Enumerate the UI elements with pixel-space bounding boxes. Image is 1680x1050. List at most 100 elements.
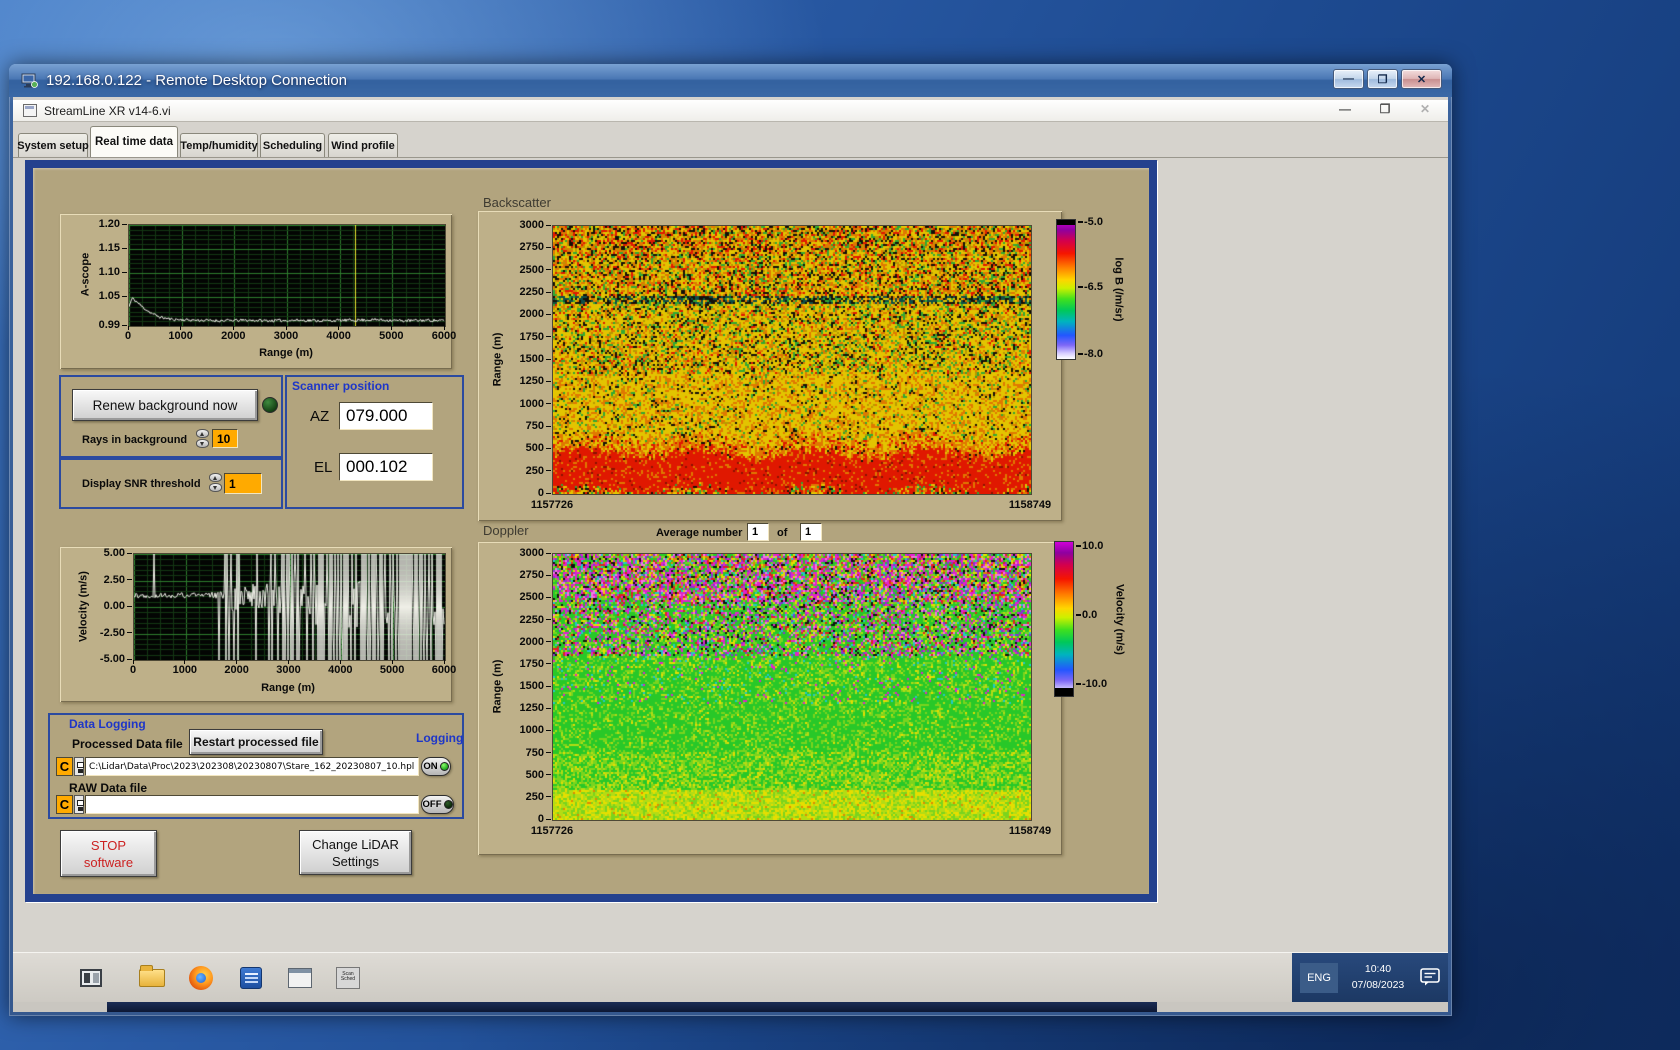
- axis-tick-label: [546, 447, 551, 449]
- axis-tick-label: [285, 326, 287, 330]
- axis-tick-label: [180, 326, 182, 330]
- tab-temp-humidity[interactable]: Temp/humidity: [180, 133, 258, 157]
- change-lidar-settings-button[interactable]: Change LiDAR Settings: [299, 830, 412, 875]
- doppler-cbar-label: Velocity (m/s): [1113, 584, 1126, 655]
- axis-tick-label: 6000: [431, 664, 457, 676]
- app-title: StreamLine XR v14-6.vi: [44, 103, 171, 118]
- taskbar-item-app-window[interactable]: [284, 962, 316, 994]
- axis-tick-label: 1000: [172, 664, 198, 676]
- desktop-background: 192.168.0.122 - Remote Desktop Connectio…: [0, 0, 1680, 1050]
- start-menu-icon: [80, 969, 102, 987]
- axis-tick-label: [443, 660, 445, 664]
- processed-logging-toggle[interactable]: ON: [421, 757, 451, 776]
- axis-tick-label: 1500: [519, 353, 544, 365]
- taskbar-item-scan-scheduler[interactable]: Scan Sched: [332, 962, 364, 994]
- app-restore-button[interactable]: ❐: [1376, 102, 1394, 116]
- axis-tick-label: 1250: [519, 375, 544, 388]
- backscatter-title: Backscatter: [483, 195, 551, 210]
- axis-tick-label: 2500: [519, 263, 544, 276]
- language-indicator[interactable]: ENG: [1300, 963, 1338, 993]
- axis-tick-label: [122, 223, 127, 225]
- app-minimize-button[interactable]: —: [1336, 102, 1354, 116]
- taskbar-item-file-explorer[interactable]: [136, 962, 168, 994]
- tab-real-time-data[interactable]: Real time data: [90, 126, 178, 157]
- raw-drive-button[interactable]: C: [56, 795, 73, 814]
- el-value-field[interactable]: 000.102: [339, 453, 433, 481]
- snr-value-field[interactable]: 1: [224, 473, 262, 494]
- average-of-label: of: [777, 527, 788, 539]
- axis-tick-label: 250: [525, 790, 544, 803]
- axis-tick-label: 0: [537, 813, 544, 825]
- rdp-close-button[interactable]: ✕: [1401, 69, 1442, 89]
- tab-wind-profile[interactable]: Wind profile: [328, 133, 398, 157]
- raw-browse-icon[interactable]: [74, 795, 84, 814]
- axis-tick-label: [546, 641, 551, 643]
- average-total-field[interactable]: 1: [800, 523, 822, 541]
- labview-front-panel: A-scope Range (m) 1.20 1.15 1.10 1.05 0.99 0 1…: [25, 160, 1157, 902]
- labview-vi-icon: [23, 104, 37, 117]
- taskbar-item-firefox[interactable]: [185, 962, 217, 994]
- processed-browse-icon[interactable]: [74, 757, 84, 776]
- rdp-window: 192.168.0.122 - Remote Desktop Connectio…: [9, 64, 1452, 1016]
- axis-tick-label: 5000: [379, 664, 405, 676]
- raw-path-field[interactable]: [85, 795, 419, 814]
- notification-icon[interactable]: [1420, 968, 1440, 986]
- average-number-field[interactable]: 1: [747, 523, 769, 541]
- rays-value-field[interactable]: 10: [212, 429, 238, 448]
- velocity-x-axis-label: Range (m): [261, 682, 315, 694]
- axis-tick-label: 1158749: [1008, 499, 1052, 511]
- doppler-cbar-tick-max: 10.0: [1082, 540, 1104, 552]
- raw-logging-toggle[interactable]: OFF: [421, 795, 454, 814]
- app-close-button[interactable]: ✕: [1416, 102, 1434, 116]
- rdp-titlebar[interactable]: 192.168.0.122 - Remote Desktop Connectio…: [9, 64, 1452, 97]
- snr-spinner[interactable]: [209, 473, 222, 492]
- restart-processed-file-button[interactable]: Restart processed file: [189, 729, 323, 755]
- tab-system-setup[interactable]: System setup: [17, 133, 89, 157]
- axis-tick-label: [127, 579, 132, 580]
- processed-drive-button[interactable]: C: [56, 757, 73, 776]
- axis-tick-label: 3000: [519, 219, 544, 231]
- axis-tick-label: 750: [525, 420, 544, 432]
- processed-path-field[interactable]: C:\Lidar\Data\Proc\2023\202308\20230807\…: [85, 757, 419, 776]
- axis-tick-label: [236, 660, 238, 664]
- ascope-graph: A-scope Range (m) 1.20 1.15 1.10 1.05 0.99 0 1…: [60, 214, 456, 369]
- rdp-computer-icon: [21, 73, 38, 88]
- axis-tick-label: [122, 247, 127, 249]
- axis-tick-label: 2000: [519, 308, 544, 321]
- stop-software-button[interactable]: STOP software: [60, 830, 157, 877]
- axis-tick-label: [288, 660, 289, 664]
- folder-icon: [139, 965, 165, 987]
- axis-tick-label: [122, 295, 127, 297]
- axis-tick-label: 1157726: [530, 825, 574, 837]
- axis-tick-label: 1500: [519, 680, 544, 692]
- app-titlebar[interactable]: StreamLine XR v14-6.vi — ❐ ✕: [13, 100, 1448, 122]
- axis-tick-label: [546, 752, 551, 753]
- axis-tick-label: [122, 324, 127, 326]
- taskbar-item-document-app[interactable]: [235, 962, 267, 994]
- start-button[interactable]: [75, 962, 107, 994]
- axis-tick-label: 4000: [328, 664, 353, 676]
- axis-tick-label: 1750: [519, 657, 544, 670]
- change-button-line2: Settings: [332, 853, 379, 869]
- axis-tick-label: 2000: [221, 330, 246, 342]
- axis-tick-label: [132, 660, 134, 664]
- axis-tick-label: [127, 326, 129, 330]
- axis-tick-label: 2750: [519, 569, 544, 582]
- tab-scheduling[interactable]: Scheduling: [260, 133, 325, 157]
- az-value-field[interactable]: 079.000: [339, 402, 433, 430]
- axis-tick-label: 2750: [519, 241, 544, 254]
- axis-tick-label: [546, 246, 551, 248]
- axis-tick-label: [391, 660, 393, 664]
- renew-background-button[interactable]: Renew background now: [72, 389, 258, 421]
- axis-tick-label: 1158749: [1008, 825, 1052, 837]
- tab-strip: System setup Real time data Temp/humidity S…: [13, 122, 1448, 158]
- renew-status-led: [262, 397, 278, 413]
- rays-spinner[interactable]: [196, 429, 209, 448]
- rdp-maximize-button[interactable]: ❐: [1367, 69, 1398, 89]
- rdp-minimize-button[interactable]: —: [1333, 69, 1364, 89]
- axis-tick-label: [546, 291, 551, 293]
- taskbar-clock[interactable]: 10:40 07/08/2023: [1342, 961, 1414, 993]
- axis-tick-label: [546, 619, 551, 620]
- axis-tick-label: 1.15: [98, 242, 120, 255]
- doppler-cbar-tick-mid: 0.0: [1082, 609, 1098, 621]
